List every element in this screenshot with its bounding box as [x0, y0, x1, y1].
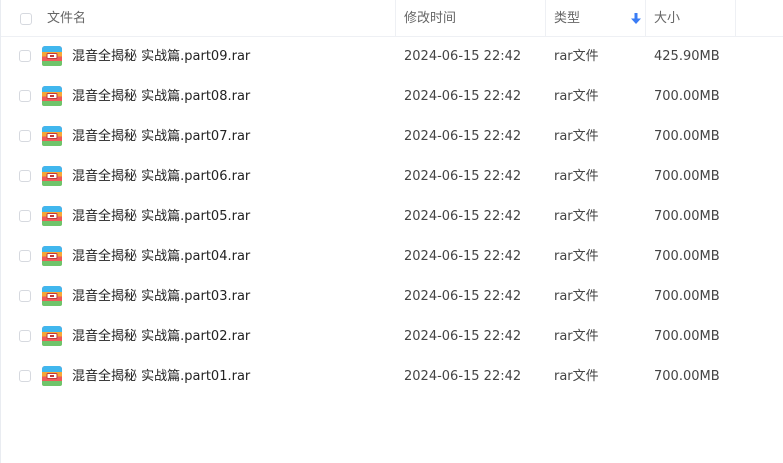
- file-size: 700.00MB: [654, 369, 720, 384]
- file-modified-time: 2024-06-15 22:42: [404, 129, 522, 144]
- file-name[interactable]: 混音全揭秘 实战篇.part01.rar: [72, 357, 250, 397]
- file-name[interactable]: 混音全揭秘 实战篇.part03.rar: [72, 277, 250, 317]
- file-modified-time: 2024-06-15 22:42: [404, 329, 522, 344]
- file-row[interactable]: 混音全揭秘 实战篇.part02.rar 2024-06-15 22:42 ra…: [1, 317, 783, 357]
- file-size: 700.00MB: [654, 329, 720, 344]
- row-checkbox[interactable]: [19, 170, 31, 182]
- file-name[interactable]: 混音全揭秘 实战篇.part02.rar: [72, 317, 250, 357]
- file-size: 700.00MB: [654, 249, 720, 264]
- file-type: rar文件: [554, 129, 599, 144]
- file-name[interactable]: 混音全揭秘 实战篇.part05.rar: [72, 197, 250, 237]
- rar-archive-icon: [42, 206, 62, 226]
- row-checkbox[interactable]: [19, 90, 31, 102]
- column-header-size-label: 大小: [654, 11, 681, 26]
- row-checkbox[interactable]: [19, 330, 31, 342]
- file-row[interactable]: 混音全揭秘 实战篇.part05.rar 2024-06-15 22:42 ra…: [1, 197, 783, 237]
- row-checkbox[interactable]: [19, 250, 31, 262]
- file-list-header: 文件名 修改时间 类型 大小: [1, 0, 783, 37]
- column-header-type-label: 类型: [554, 11, 581, 26]
- file-modified-time: 2024-06-15 22:42: [404, 289, 522, 304]
- rar-archive-icon: [42, 326, 62, 346]
- rar-archive-icon: [42, 366, 62, 386]
- file-row[interactable]: 混音全揭秘 实战篇.part07.rar 2024-06-15 22:42 ra…: [1, 117, 783, 157]
- file-type: rar文件: [554, 49, 599, 64]
- file-size: 700.00MB: [654, 289, 720, 304]
- file-name[interactable]: 混音全揭秘 实战篇.part06.rar: [72, 157, 250, 197]
- column-header-type[interactable]: 类型: [546, 0, 646, 37]
- rar-archive-icon: [42, 166, 62, 186]
- file-modified-time: 2024-06-15 22:42: [404, 209, 522, 224]
- file-size: 700.00MB: [654, 89, 720, 104]
- file-size: 700.00MB: [654, 209, 720, 224]
- file-row[interactable]: 混音全揭秘 实战篇.part04.rar 2024-06-15 22:42 ra…: [1, 237, 783, 277]
- file-row[interactable]: 混音全揭秘 实战篇.part03.rar 2024-06-15 22:42 ra…: [1, 277, 783, 317]
- file-row[interactable]: 混音全揭秘 实战篇.part08.rar 2024-06-15 22:42 ra…: [1, 77, 783, 117]
- file-size: 700.00MB: [654, 169, 720, 184]
- file-type: rar文件: [554, 369, 599, 384]
- column-header-size[interactable]: 大小: [646, 0, 736, 37]
- file-row[interactable]: 混音全揭秘 实战篇.part06.rar 2024-06-15 22:42 ra…: [1, 157, 783, 197]
- arrow-down-icon[interactable]: [631, 13, 641, 25]
- row-checkbox[interactable]: [19, 290, 31, 302]
- file-name[interactable]: 混音全揭秘 实战篇.part04.rar: [72, 237, 250, 277]
- file-row[interactable]: 混音全揭秘 实战篇.part09.rar 2024-06-15 22:42 ra…: [1, 37, 783, 77]
- file-type: rar文件: [554, 289, 599, 304]
- file-name[interactable]: 混音全揭秘 实战篇.part08.rar: [72, 77, 250, 117]
- column-header-name[interactable]: 文件名: [1, 0, 396, 37]
- file-name[interactable]: 混音全揭秘 实战篇.part07.rar: [72, 117, 250, 157]
- row-checkbox[interactable]: [19, 50, 31, 62]
- file-type: rar文件: [554, 329, 599, 344]
- file-modified-time: 2024-06-15 22:42: [404, 89, 522, 104]
- rar-archive-icon: [42, 126, 62, 146]
- row-checkbox[interactable]: [19, 370, 31, 382]
- file-modified-time: 2024-06-15 22:42: [404, 369, 522, 384]
- column-header-spacer: [736, 0, 783, 37]
- column-header-time[interactable]: 修改时间: [396, 0, 546, 37]
- select-all-checkbox[interactable]: [20, 13, 32, 25]
- file-type: rar文件: [554, 209, 599, 224]
- file-modified-time: 2024-06-15 22:42: [404, 249, 522, 264]
- column-header-name-label: 文件名: [47, 11, 87, 26]
- row-checkbox[interactable]: [19, 210, 31, 222]
- rar-archive-icon: [42, 46, 62, 66]
- file-name[interactable]: 混音全揭秘 实战篇.part09.rar: [72, 37, 250, 77]
- rar-archive-icon: [42, 286, 62, 306]
- file-type: rar文件: [554, 249, 599, 264]
- file-size: 700.00MB: [654, 129, 720, 144]
- file-type: rar文件: [554, 89, 599, 104]
- file-row[interactable]: 混音全揭秘 实战篇.part01.rar 2024-06-15 22:42 ra…: [1, 357, 783, 397]
- file-modified-time: 2024-06-15 22:42: [404, 169, 522, 184]
- rar-archive-icon: [42, 246, 62, 266]
- file-size: 425.90MB: [654, 49, 720, 64]
- file-modified-time: 2024-06-15 22:42: [404, 49, 522, 64]
- column-header-time-label: 修改时间: [404, 11, 457, 26]
- row-checkbox[interactable]: [19, 130, 31, 142]
- file-rows: 混音全揭秘 实战篇.part09.rar 2024-06-15 22:42 ra…: [1, 37, 783, 397]
- file-list-panel: 文件名 修改时间 类型 大小 混音全揭秘 实战篇.part09.rar 2024…: [0, 0, 783, 463]
- file-type: rar文件: [554, 169, 599, 184]
- rar-archive-icon: [42, 86, 62, 106]
